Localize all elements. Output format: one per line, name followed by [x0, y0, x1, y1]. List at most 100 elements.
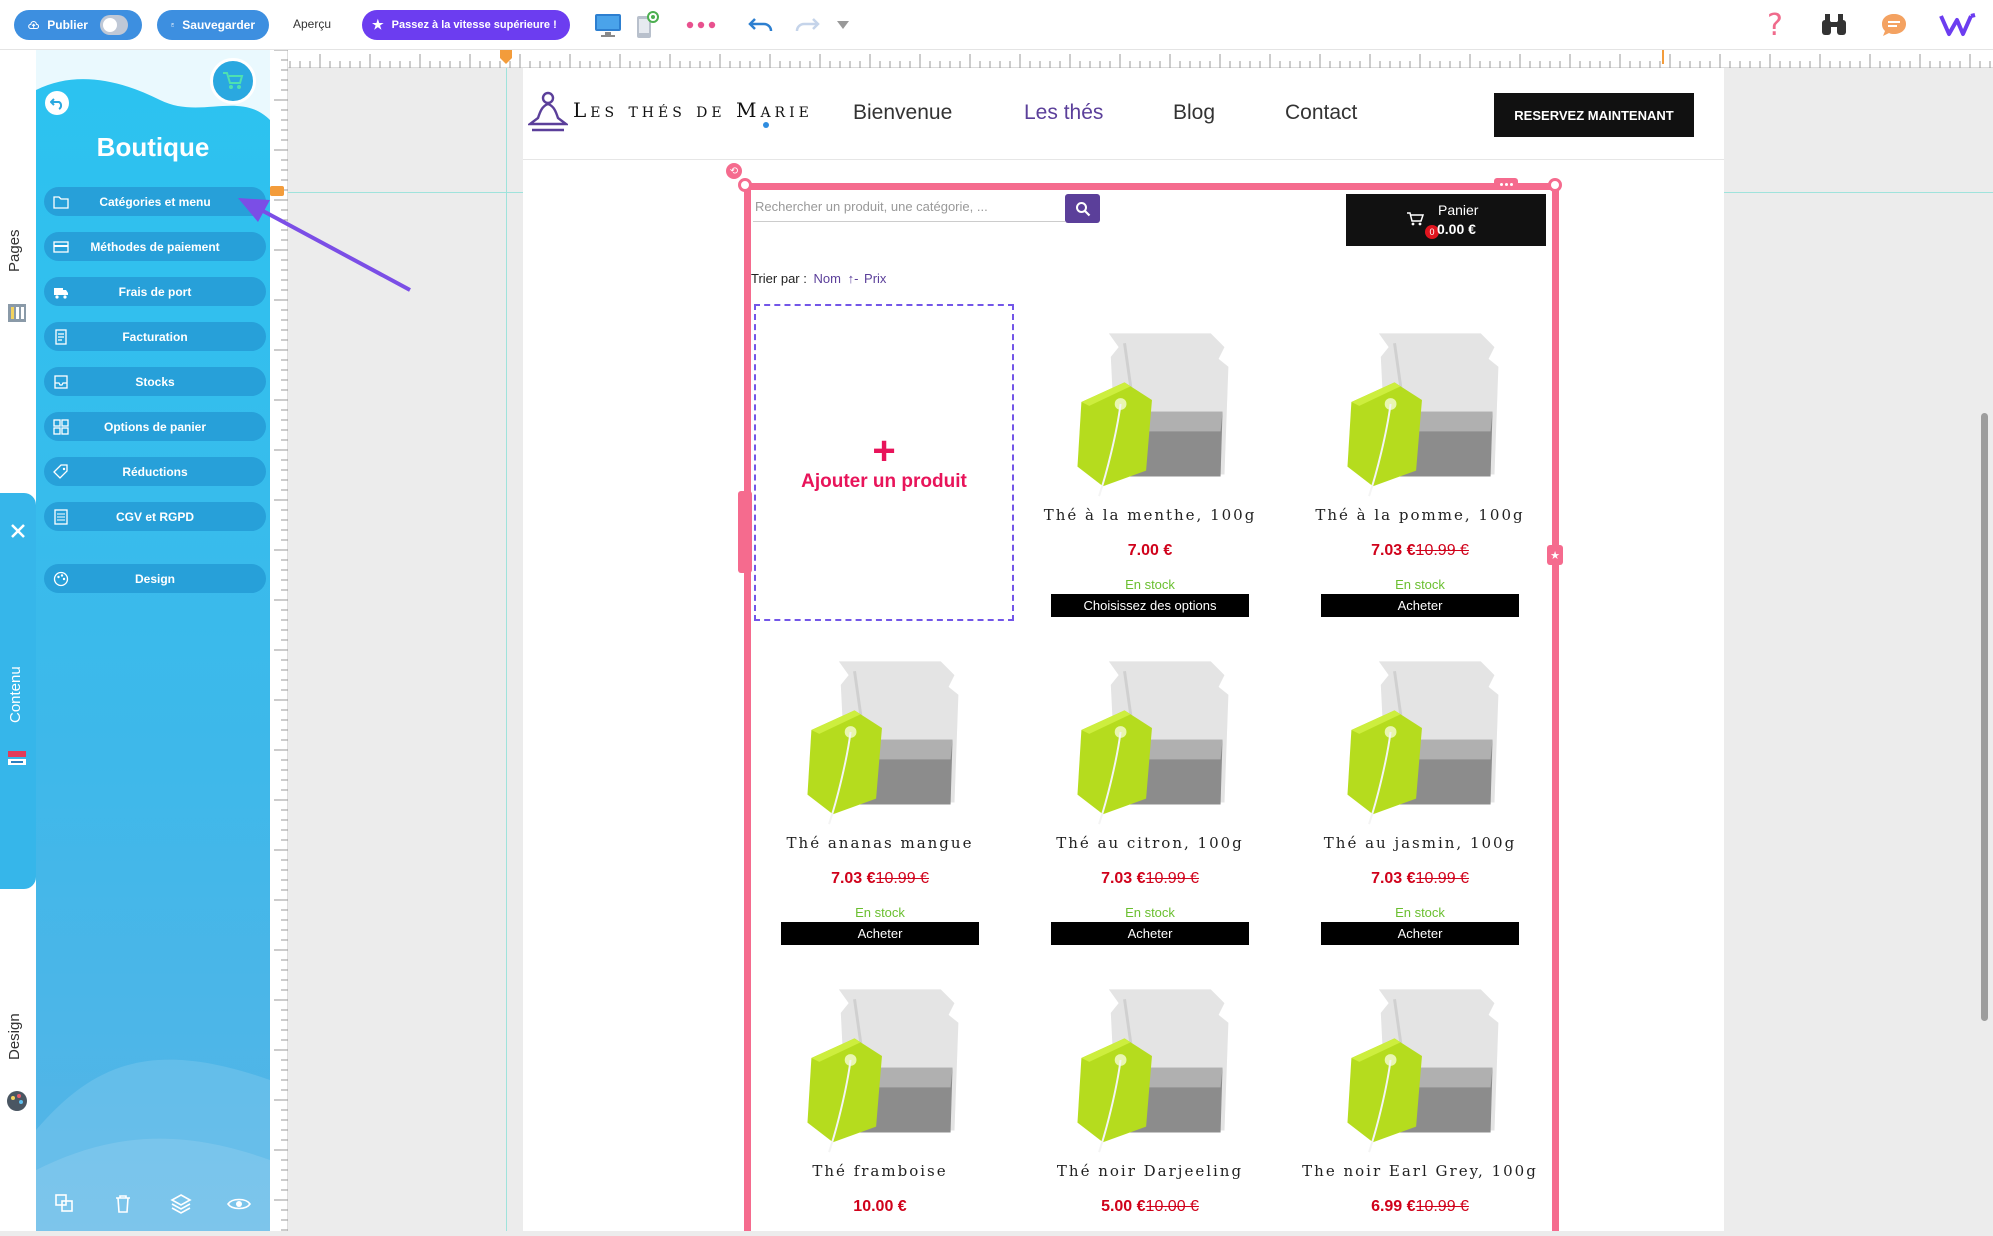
mobile-view-icon[interactable]	[629, 8, 663, 42]
cart-widget[interactable]: 0 Panier 0.00 €	[1346, 194, 1546, 246]
trash-icon[interactable]	[110, 1191, 136, 1217]
upgrade-button[interactable]: ★ Passez à la vitesse supérieure !	[362, 10, 570, 40]
publish-toggle[interactable]	[99, 15, 128, 35]
frame-menu-icon[interactable]	[1494, 178, 1518, 190]
nav-blog[interactable]: Blog	[1173, 101, 1215, 125]
nav-les-thes[interactable]: Les thés	[1024, 101, 1103, 125]
current-price: 7.03 €	[1101, 870, 1146, 887]
product-card[interactable]: Thé à la menthe, 100g 7.00 € En stock Ch…	[1019, 304, 1281, 617]
product-name[interactable]: Thé framboise	[749, 1162, 1011, 1180]
save-button[interactable]: Sauvegarder	[157, 10, 269, 40]
old-price: 10.99 €	[1415, 870, 1469, 887]
more-options-icon[interactable]	[684, 8, 718, 42]
buy-button[interactable]: Acheter	[1321, 594, 1519, 617]
sort-by-price-link[interactable]: Prix	[864, 271, 886, 286]
product-name[interactable]: Thé à la pomme, 100g	[1289, 506, 1551, 524]
cart-label: Panier	[1438, 202, 1479, 218]
page-scrollbar[interactable]	[1981, 413, 1988, 1021]
desktop-view-icon[interactable]	[591, 8, 625, 42]
product-name[interactable]: Thé au citron, 100g	[1019, 834, 1281, 852]
inbox-icon	[54, 375, 68, 389]
rotate-handle-icon[interactable]: ⟲	[726, 163, 742, 179]
current-price: 7.03 €	[1371, 870, 1416, 887]
sidebar-item-discounts[interactable]: Réductions	[44, 457, 266, 486]
nav-bienvenue[interactable]: Bienvenue	[853, 101, 952, 125]
pages-icon[interactable]	[6, 302, 28, 324]
old-price: 10.00 €	[1145, 1198, 1199, 1215]
binoculars-icon[interactable]	[1817, 8, 1851, 42]
product-name[interactable]: Thé au jasmin, 100g	[1289, 834, 1551, 852]
sidebar-item-label: Facturation	[122, 329, 188, 344]
publish-label: Publier	[47, 18, 88, 32]
product-card[interactable]: Thé noir Darjeeling 5.00 €10.00 €	[1019, 960, 1281, 1216]
sidebar-item-billing[interactable]: Facturation	[44, 322, 266, 351]
stock-status: En stock	[1395, 577, 1445, 592]
product-name[interactable]: Thé ananas mangue	[749, 834, 1011, 852]
product-card[interactable]: Thé au jasmin, 100g 7.03 €10.99 € En sto…	[1289, 632, 1551, 945]
add-product-card[interactable]: + Ajouter un produit	[754, 304, 1014, 621]
old-price: 10.99 €	[1145, 870, 1199, 887]
layers-icon[interactable]	[168, 1191, 194, 1217]
product-name[interactable]: Thé à la menthe, 100g	[1019, 506, 1281, 524]
search-button[interactable]	[1065, 194, 1100, 223]
preview-link[interactable]: Aperçu	[293, 17, 331, 31]
eye-icon[interactable]	[226, 1191, 252, 1217]
tab-content[interactable]: Contenu	[7, 666, 24, 723]
back-button[interactable]	[45, 91, 69, 115]
product-search-input[interactable]: Rechercher un produit, une catégorie, ..…	[753, 194, 1065, 222]
product-name[interactable]: Thé noir Darjeeling	[1019, 1162, 1281, 1180]
product-price: 7.03 €10.99 €	[1289, 870, 1551, 888]
current-price: 6.99 €	[1371, 1198, 1416, 1215]
back-arrow-icon	[50, 98, 63, 110]
credit-card-icon	[53, 241, 69, 253]
save-label: Sauvegarder	[182, 18, 255, 32]
book-now-button[interactable]: RESERVEZ MAINTENANT	[1494, 93, 1694, 137]
cart-total: 0.00 €	[1437, 221, 1476, 237]
palette-icon[interactable]	[6, 1090, 28, 1112]
tab-pages[interactable]: Pages	[6, 229, 23, 272]
site-logo-text[interactable]: Les thés de Marie	[573, 98, 813, 122]
history-dropdown-icon[interactable]	[826, 8, 860, 42]
chat-icon[interactable]	[1877, 8, 1911, 42]
frame-side-handle[interactable]	[738, 491, 752, 573]
add-product-label: Ajouter un produit	[801, 470, 967, 492]
buy-button[interactable]: Acheter	[1051, 922, 1249, 945]
duplicate-icon[interactable]	[52, 1191, 78, 1217]
product-card[interactable]: Thé ananas mangue 7.03 €10.99 € En stock…	[749, 632, 1011, 945]
stock-status: En stock	[1395, 905, 1445, 920]
cart-icon	[1407, 212, 1424, 226]
sidebar-item-design[interactable]: Design	[44, 564, 266, 593]
ruler-ticks	[269, 50, 1991, 68]
undo-icon[interactable]	[744, 8, 778, 42]
stock-status: En stock	[855, 905, 905, 920]
tab-design[interactable]: Design	[6, 1013, 23, 1060]
product-card[interactable]: Thé au citron, 100g 7.03 €10.99 € En sto…	[1019, 632, 1281, 945]
choose-options-button[interactable]: Choisissez des options	[1051, 594, 1249, 617]
frame-corner-handle[interactable]	[738, 178, 752, 192]
close-icon[interactable]	[8, 521, 28, 541]
frame-corner-handle[interactable]	[1548, 178, 1562, 192]
buy-button[interactable]: Acheter	[1321, 922, 1519, 945]
product-name[interactable]: The noir Earl Grey, 100g	[1289, 1162, 1551, 1180]
help-icon[interactable]: ?	[1758, 8, 1792, 43]
product-card[interactable]: Thé framboise 10.00 €	[749, 960, 1011, 1216]
sidebar-item-cart-options[interactable]: Options de panier	[44, 412, 266, 441]
guide-line	[506, 68, 507, 1231]
buy-button[interactable]: Acheter	[781, 922, 979, 945]
stock-status: En stock	[1125, 905, 1175, 920]
sort-direction-icon[interactable]: ↑-	[848, 271, 859, 286]
content-icon[interactable]	[6, 747, 28, 769]
publish-button[interactable]: Publier	[14, 10, 142, 40]
product-card[interactable]: The noir Earl Grey, 100g 6.99 €10.99 €	[1289, 960, 1551, 1216]
product-card[interactable]: Thé à la pomme, 100g 7.03 €10.99 € En st…	[1289, 304, 1551, 617]
redo-icon[interactable]	[790, 8, 824, 42]
sort-by-name-link[interactable]: Nom	[813, 271, 840, 286]
nav-contact[interactable]: Contact	[1285, 101, 1357, 125]
document-icon	[54, 509, 68, 525]
product-price: 10.00 €	[749, 1198, 1011, 1216]
sidebar-item-terms[interactable]: CGV et RGPD	[44, 502, 266, 531]
current-price: 10.00 €	[853, 1198, 907, 1215]
sidebar-item-stocks[interactable]: Stocks	[44, 367, 266, 396]
site-header: Les thés de Marie Bienvenue Les thés Blo…	[523, 68, 1724, 160]
sidebar-item-label: Stocks	[135, 374, 175, 389]
